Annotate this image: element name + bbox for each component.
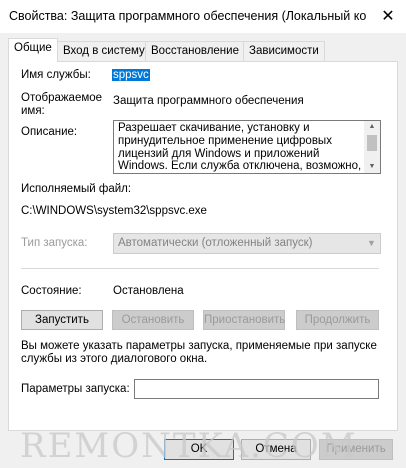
service-name-value[interactable]: sppsvc xyxy=(112,69,150,81)
status-label: Состояние: xyxy=(21,285,82,297)
pause-button[interactable]: Приостановить xyxy=(203,310,285,330)
startup-params-hint: Вы можете указать параметры запуска, при… xyxy=(21,340,377,365)
service-name-label: Имя службы: xyxy=(21,69,91,81)
exe-path[interactable]: C:\WINDOWS\system32\sppsvc.exe xyxy=(21,205,207,217)
startup-params-label: Параметры запуска: xyxy=(21,383,130,395)
description-label: Описание: xyxy=(21,126,78,138)
startup-type-label: Тип запуска: xyxy=(21,237,88,249)
exe-label: Исполняемый файл: xyxy=(21,183,132,195)
tab-recovery[interactable]: Восстановление xyxy=(145,41,245,61)
description-box[interactable]: Разрешает скачивание, установку и принуд… xyxy=(113,120,381,174)
scroll-down-icon[interactable]: ▼ xyxy=(364,161,380,173)
display-name-value[interactable]: Защита программного обеспечения xyxy=(113,95,304,107)
title-bar: Свойства: Защита программного обеспечени… xyxy=(0,0,406,33)
startup-params-input[interactable] xyxy=(134,379,379,399)
general-tab-panel: Имя службы: sppsvc Отображаемое имя: Защ… xyxy=(8,61,398,431)
scroll-thumb[interactable] xyxy=(367,135,377,151)
startup-type-select[interactable]: Автоматически (отложенный запуск) ▼ xyxy=(113,233,381,254)
ok-button[interactable]: OK xyxy=(164,439,234,460)
start-button[interactable]: Запустить xyxy=(21,310,103,330)
stop-button[interactable]: Остановить xyxy=(112,310,194,330)
apply-button[interactable]: Применить xyxy=(319,439,393,460)
chevron-down-icon: ▼ xyxy=(367,238,376,248)
status-value: Остановлена xyxy=(113,285,184,297)
resume-button[interactable]: Продолжить xyxy=(296,310,379,330)
description-scrollbar[interactable]: ▲ ▼ xyxy=(364,121,380,173)
window-title: Свойства: Защита программного обеспечени… xyxy=(9,9,367,23)
scroll-up-icon[interactable]: ▲ xyxy=(364,121,380,133)
tab-general[interactable]: Общие xyxy=(8,38,58,62)
display-name-label: Отображаемое имя: xyxy=(21,92,103,117)
tab-logon[interactable]: Вход в систему xyxy=(57,41,151,61)
startup-type-value: Автоматически (отложенный запуск) xyxy=(118,237,313,249)
tab-bar: Общие Вход в систему Восстановление Зави… xyxy=(8,38,398,62)
cancel-button[interactable]: Отмена xyxy=(241,439,311,460)
close-button[interactable]: ✕ xyxy=(370,0,406,33)
separator xyxy=(21,268,379,269)
tab-dependencies[interactable]: Зависимости xyxy=(243,41,325,61)
description-text: Разрешает скачивание, установку и принуд… xyxy=(118,122,362,173)
